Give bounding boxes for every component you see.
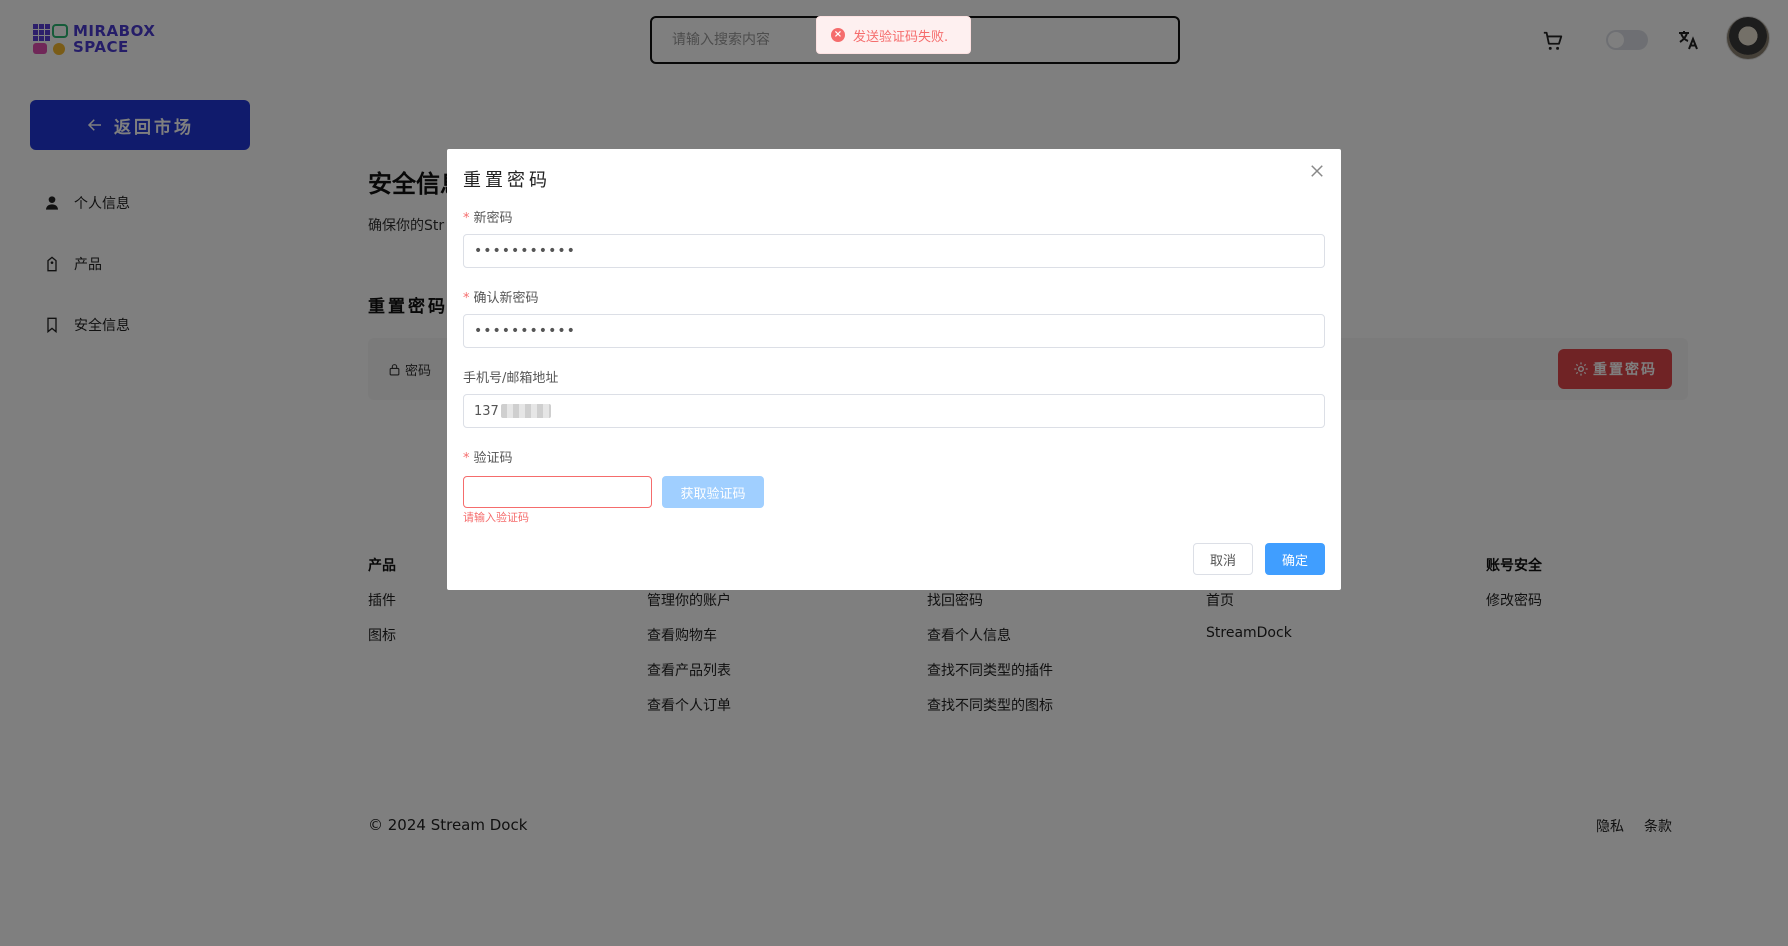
contact-field[interactable]: 137 [463, 394, 1325, 428]
masked-value [500, 404, 551, 418]
new-password-field[interactable]: ••••••••••• [463, 234, 1325, 268]
reset-password-dialog [447, 149, 1341, 590]
confirm-password-field[interactable]: ••••••••••• [463, 314, 1325, 348]
cancel-button[interactable]: 取消 [1193, 543, 1253, 575]
confirm-button[interactable]: 确定 [1265, 543, 1325, 575]
new-password-label: * 新密码 [463, 211, 513, 226]
verification-code-input[interactable] [463, 476, 652, 508]
close-icon[interactable] [1308, 162, 1326, 180]
get-code-button[interactable]: 获取验证码 [662, 476, 764, 508]
error-toast: × 发送验证码失败. [816, 16, 971, 54]
code-error-message: 请输入验证码 [463, 511, 529, 524]
code-label: * 验证码 [463, 451, 513, 466]
confirm-password-label: * 确认新密码 [463, 291, 539, 306]
error-circle-icon: × [831, 28, 845, 42]
toast-message: 发送验证码失败. [853, 29, 949, 45]
contact-label: 手机号/邮箱地址 [463, 371, 559, 386]
dialog-title: 重置密码 [463, 170, 551, 191]
